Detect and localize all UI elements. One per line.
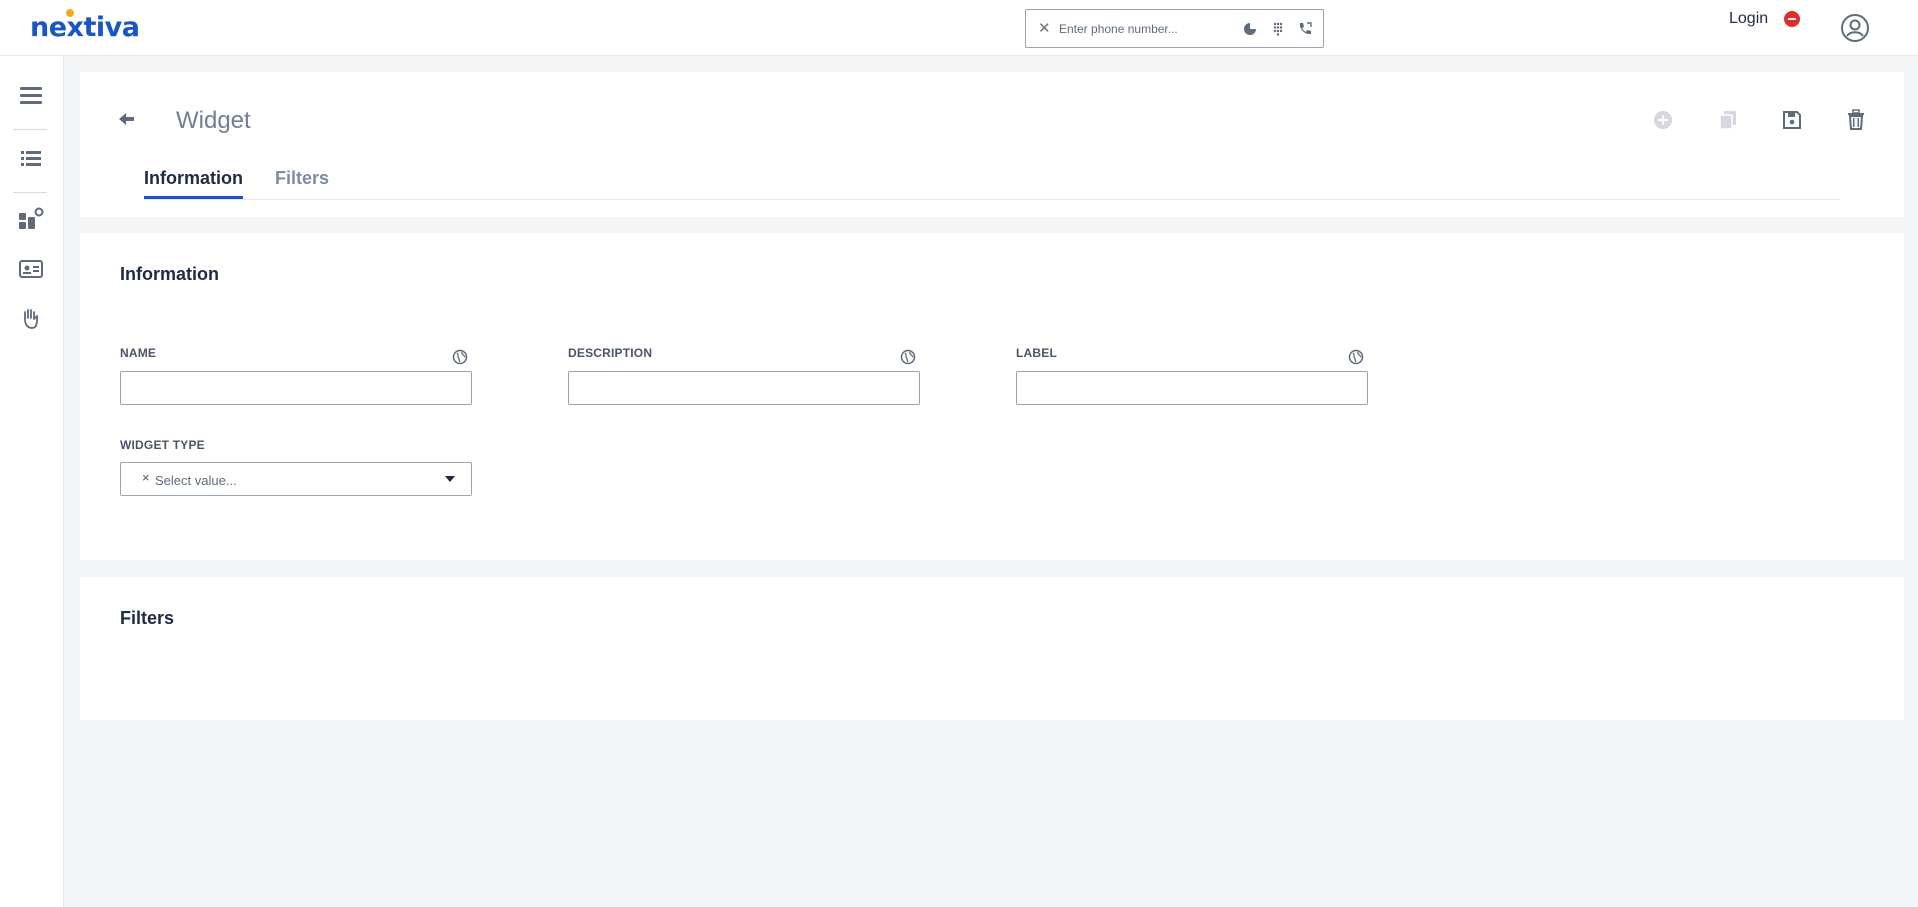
back-arrow-icon[interactable] (117, 109, 137, 129)
description-label: DESCRIPTION (568, 346, 653, 360)
nextiva-logo[interactable]: nextiva (30, 9, 140, 44)
hand-icon[interactable] (17, 305, 45, 333)
sidebar-divider (13, 192, 47, 193)
name-label: NAME (120, 346, 157, 360)
sidebar-divider (13, 129, 47, 130)
phone-dialer: ✕ Enter phone number... (1025, 9, 1324, 48)
tabs-divider (144, 199, 1840, 200)
phone-input[interactable]: Enter phone number... (1059, 22, 1178, 36)
page-title: Widget (176, 107, 251, 134)
globe-icon[interactable] (452, 349, 468, 365)
logo-dot (66, 9, 74, 17)
login-status-label[interactable]: Login (1729, 10, 1768, 28)
widgets-icon[interactable] (17, 205, 45, 233)
pie-icon[interactable] (1241, 20, 1259, 38)
globe-icon[interactable] (900, 349, 916, 365)
delete-icon[interactable] (1844, 108, 1868, 132)
copy-icon[interactable] (1716, 108, 1740, 132)
page-header-card: Widget Information Filters (80, 72, 1904, 217)
user-avatar-icon[interactable] (1840, 13, 1870, 43)
clear-phone-icon[interactable]: ✕ (1038, 19, 1051, 37)
widget-type-placeholder: Select value... (155, 473, 237, 488)
add-icon[interactable] (1651, 108, 1675, 132)
status-indicator[interactable] (1784, 11, 1800, 27)
globe-icon[interactable] (1348, 349, 1364, 365)
label-label: LABEL (1016, 346, 1057, 360)
description-input[interactable] (568, 371, 920, 405)
dialpad-icon[interactable] (1269, 20, 1287, 38)
section-title-information: Information (120, 264, 219, 284)
chevron-down-icon[interactable] (445, 476, 455, 482)
widget-type-select[interactable]: × Select value... (120, 462, 472, 496)
contact-card-icon[interactable] (17, 255, 45, 283)
left-sidebar (0, 56, 64, 907)
top-bar: nextiva ✕ Enter phone number... Login (0, 0, 1918, 56)
section-title-filters: Filters (120, 608, 175, 628)
list-icon[interactable] (17, 145, 45, 173)
phone-call-icon[interactable] (1296, 20, 1314, 38)
menu-icon[interactable] (17, 82, 45, 110)
label-input[interactable] (1016, 371, 1368, 405)
filters-section: Filters (80, 577, 1904, 720)
save-icon[interactable] (1780, 108, 1804, 132)
tab-filters[interactable]: Filters (275, 168, 329, 198)
information-section: Information NAME DESCRIPTION LABEL WIDGE… (80, 233, 1904, 560)
clear-selection-icon[interactable]: × (142, 470, 150, 485)
tab-information[interactable]: Information (144, 168, 243, 199)
widget-type-label: WIDGET TYPE (120, 438, 205, 452)
name-input[interactable] (120, 371, 472, 405)
